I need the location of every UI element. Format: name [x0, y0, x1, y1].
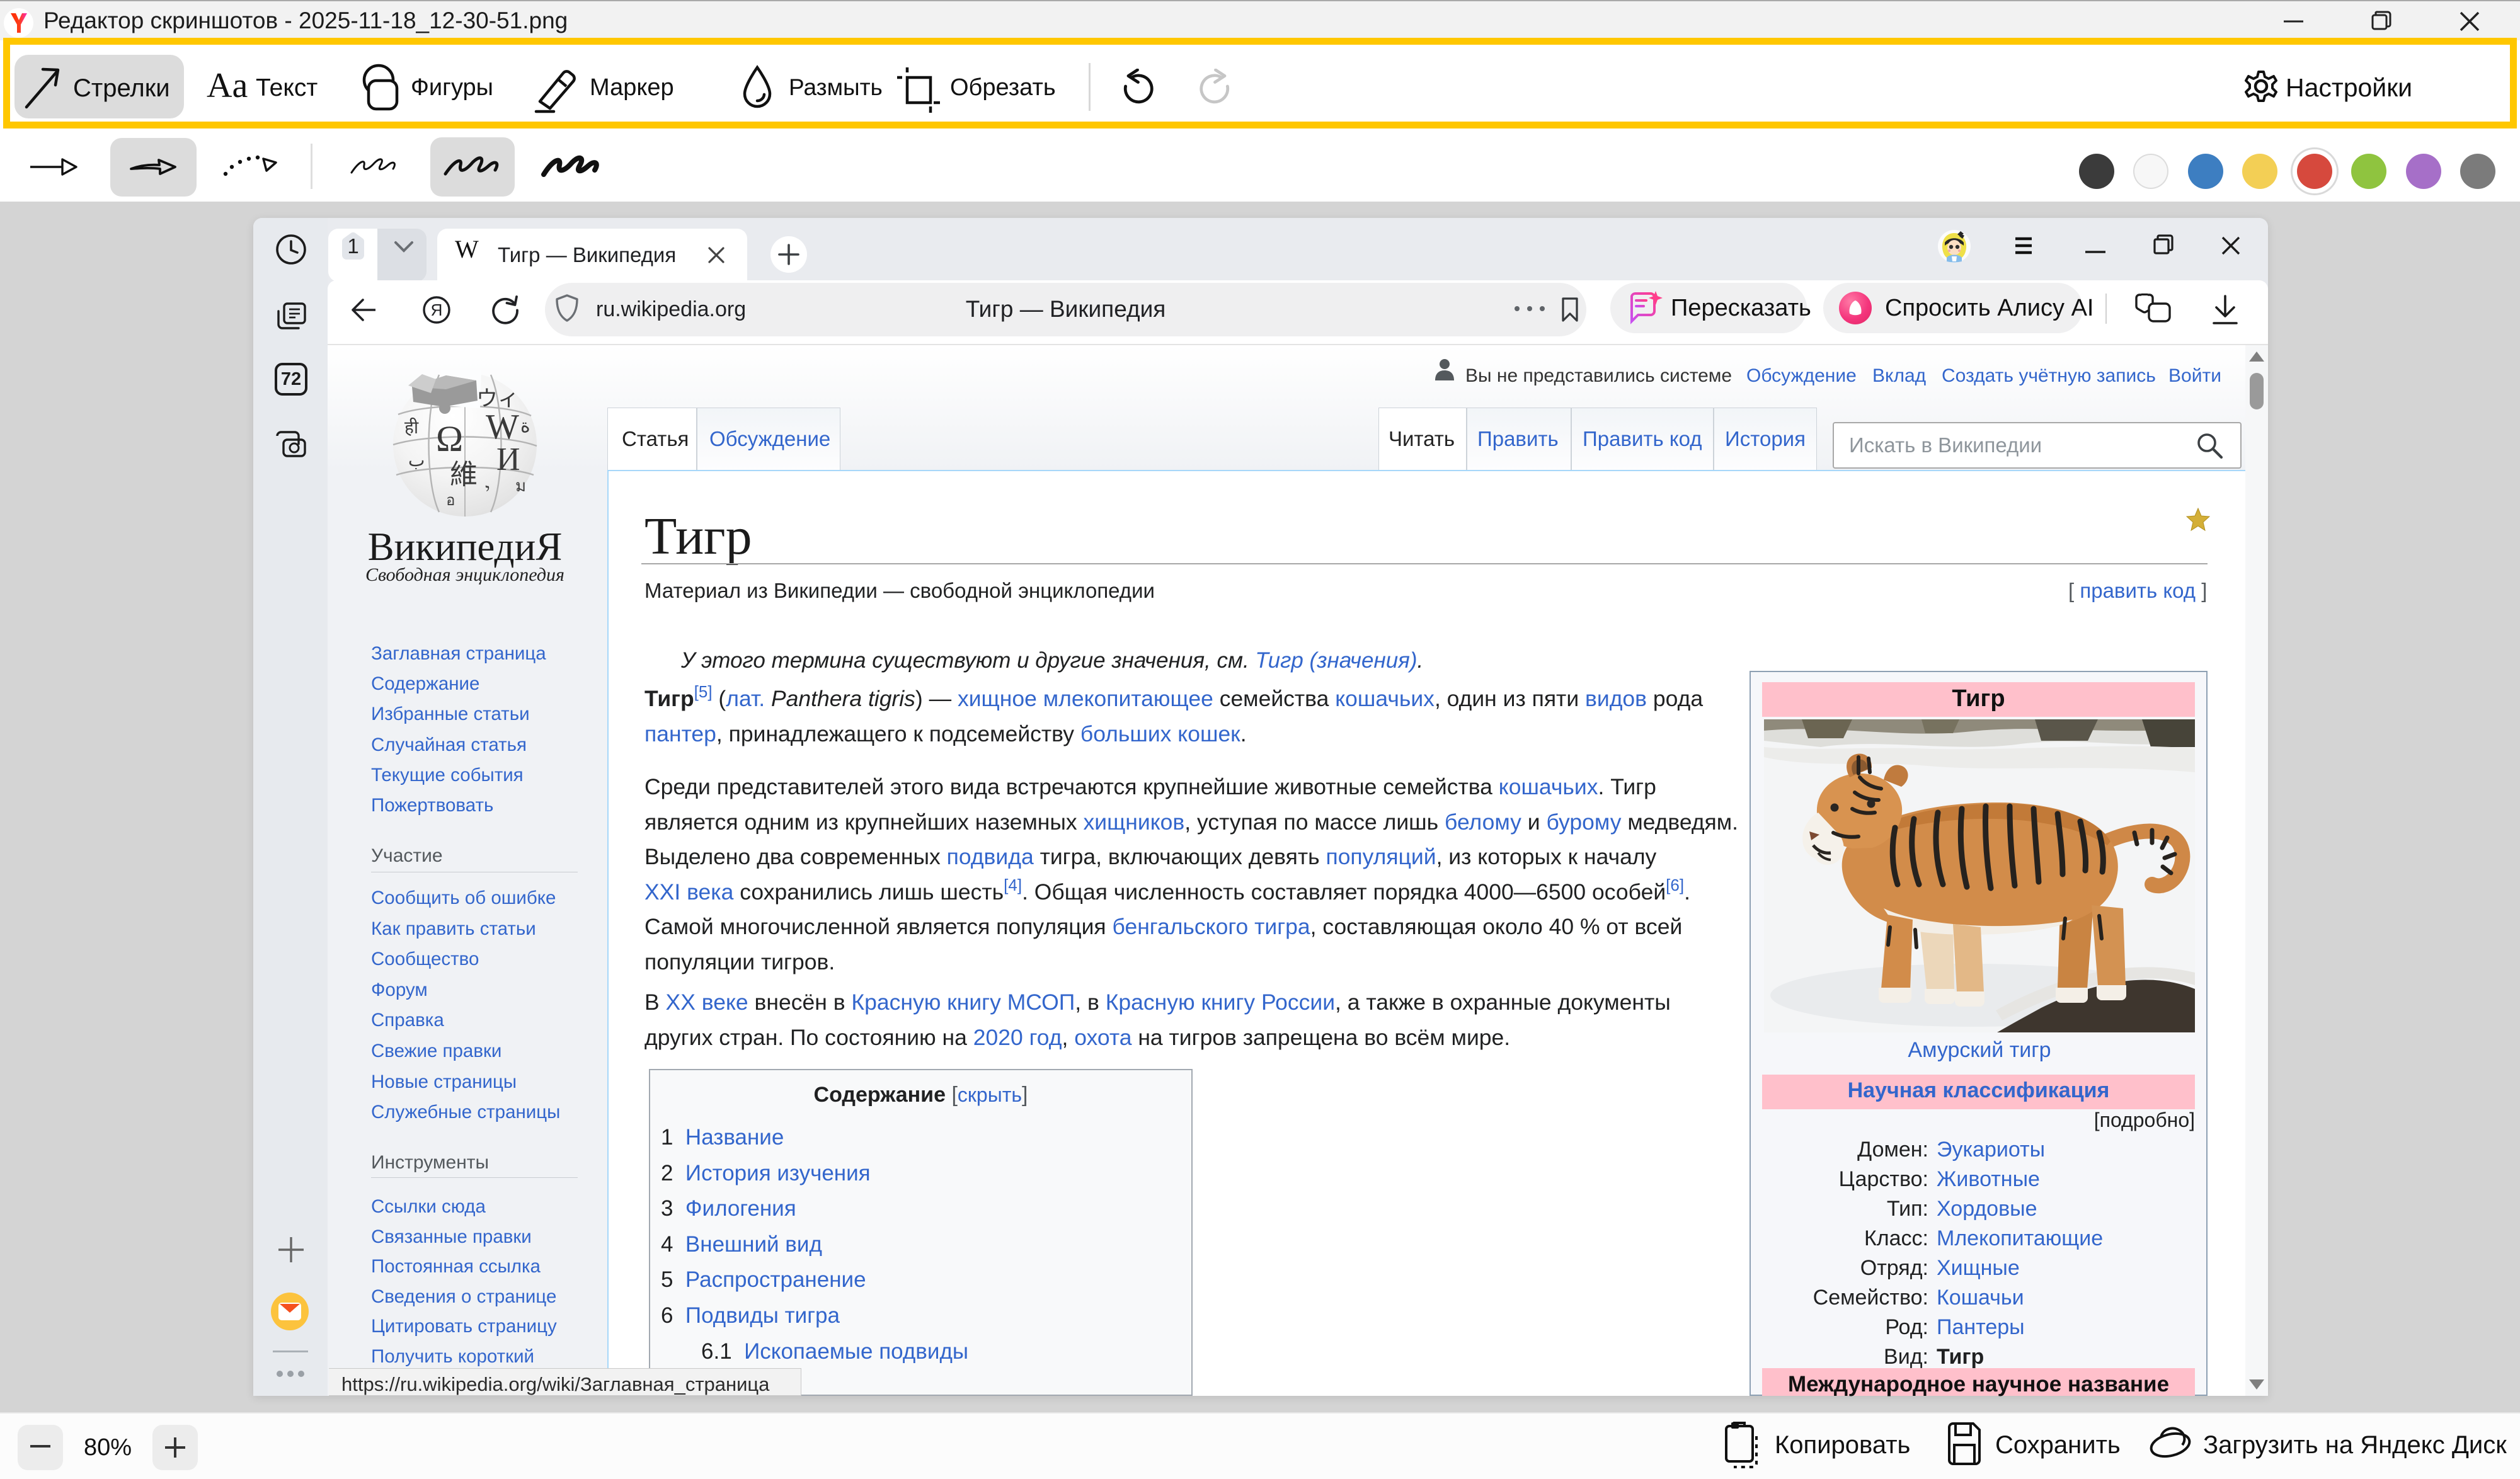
svg-text:י: י	[485, 480, 490, 501]
svg-text:ب: ب	[408, 451, 425, 471]
svg-text:ة: ة	[520, 416, 530, 437]
svg-text:Я: Я	[431, 300, 443, 319]
svg-text:Ω: Ω	[436, 418, 463, 459]
svg-text:ม: ม	[515, 477, 526, 495]
svg-text:維: 維	[450, 459, 478, 490]
svg-text:อ: อ	[446, 493, 455, 509]
svg-text:W: W	[486, 408, 519, 447]
svg-text:ही: ही	[404, 417, 419, 438]
svg-text:И: И	[496, 442, 520, 477]
